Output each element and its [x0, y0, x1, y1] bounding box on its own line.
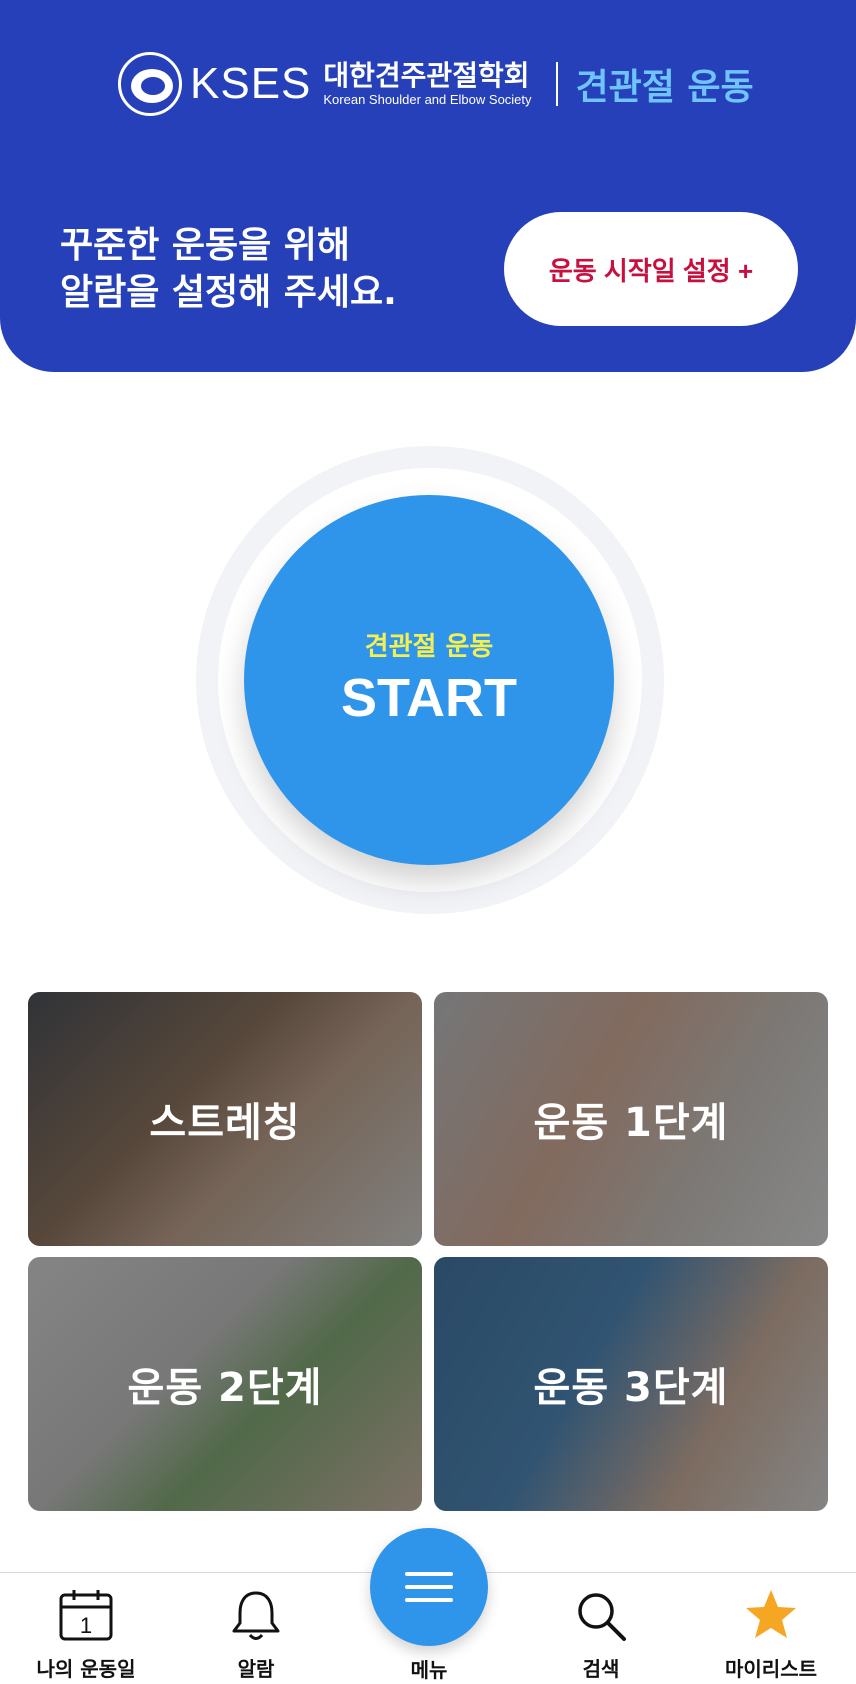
- menu-icon: [405, 1572, 453, 1576]
- card-stretching[interactable]: 스트레칭: [28, 992, 422, 1246]
- nav-label: 알람: [237, 1657, 275, 1681]
- nav-search[interactable]: 검색: [526, 1587, 676, 1682]
- brand-subtitle: 견관절 운동: [575, 67, 754, 108]
- alarm-prompt: 꾸준한 운동을 위해 알람을 설정해 주세요.: [60, 222, 397, 316]
- card-exercise-step2[interactable]: 운동 2단계: [28, 1257, 422, 1511]
- calendar-day: 1: [80, 1613, 92, 1638]
- card-exercise-step1[interactable]: 운동 1단계: [434, 992, 828, 1246]
- menu-button[interactable]: [370, 1528, 488, 1646]
- calendar-icon: 1: [59, 1590, 113, 1641]
- bell-icon: [232, 1591, 280, 1640]
- alarm-prompt-line2: 알람을 설정해 주세요.: [60, 272, 397, 313]
- search-icon: [578, 1593, 626, 1641]
- brand-name-en: Korean Shoulder and Elbow Society: [323, 92, 532, 107]
- card-label: 운동 3단계: [533, 1365, 729, 1411]
- alarm-prompt-line1: 꾸준한 운동을 위해: [60, 225, 351, 266]
- start-label: START: [341, 667, 517, 728]
- brand-divider: [555, 62, 558, 106]
- society-emblem-icon: [118, 52, 182, 116]
- start-button[interactable]: 견관절 운동 START: [244, 495, 614, 865]
- card-label: 스트레칭: [149, 1100, 301, 1146]
- menu-label: 메뉴: [410, 1658, 448, 1682]
- start-subtitle: 견관절 운동: [364, 631, 494, 662]
- card-exercise-step3[interactable]: 운동 3단계: [434, 1257, 828, 1511]
- nav-mylist[interactable]: 마이리스트: [696, 1587, 846, 1682]
- nav-my-exercise-days[interactable]: 1 나의 운동일: [11, 1587, 161, 1682]
- nav-label: 나의 운동일: [36, 1657, 136, 1681]
- nav-alarm[interactable]: 알람: [181, 1587, 331, 1682]
- brand-abbr: KSES: [190, 59, 312, 108]
- brand-name-ko: 대한견주관절학회: [323, 59, 530, 92]
- nav-label: 마이리스트: [725, 1657, 817, 1681]
- nav-label: 검색: [582, 1657, 620, 1681]
- header-banner: KSES 대한견주관절학회 Korean Shoulder and Elbow …: [0, 0, 856, 372]
- card-label: 운동 2단계: [127, 1365, 323, 1411]
- set-start-date-button[interactable]: 운동 시작일 설정 +: [504, 212, 798, 326]
- brand-logo: KSES 대한견주관절학회 Korean Shoulder and Elbow …: [118, 46, 754, 122]
- card-label: 운동 1단계: [533, 1100, 729, 1146]
- star-icon: [746, 1590, 796, 1638]
